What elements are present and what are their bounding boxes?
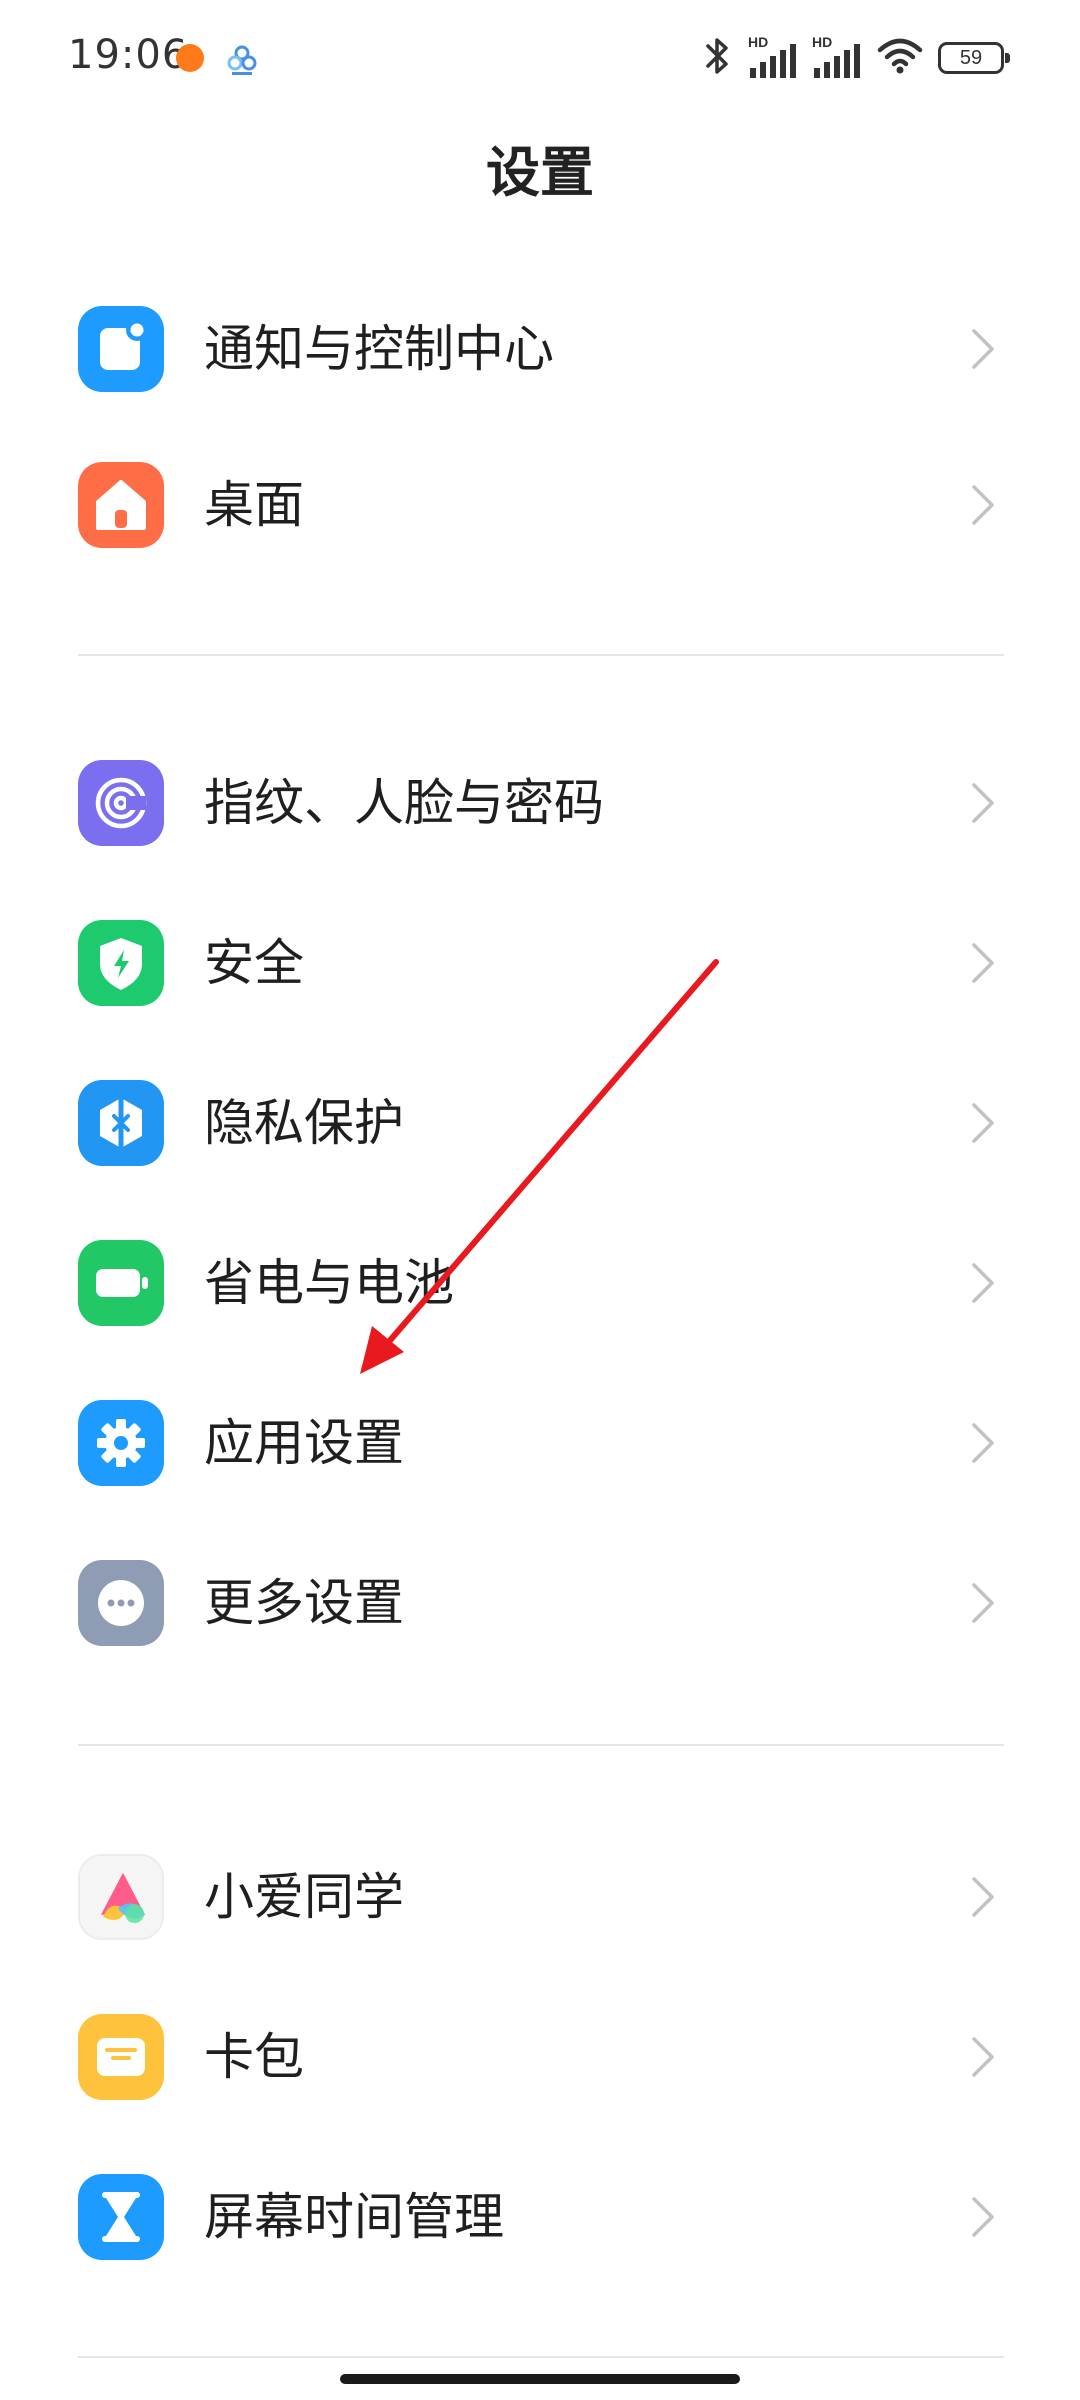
- home-icon: [78, 462, 164, 548]
- status-time: 19:06: [68, 32, 189, 78]
- bluetooth-icon: [700, 36, 734, 80]
- page-title: 设置: [486, 141, 594, 204]
- settings-item-wallet[interactable]: 卡包: [0, 1982, 1080, 2132]
- settings-item-label: 应用设置: [204, 1414, 404, 1472]
- settings-item-security[interactable]: 安全: [0, 888, 1080, 1038]
- chevron-right-icon: [968, 940, 998, 986]
- cellular-signal-icon-1: HD: [748, 34, 798, 78]
- section-divider: [78, 2356, 1004, 2358]
- chevron-right-icon: [968, 1260, 998, 1306]
- chevron-right-icon: [968, 1874, 998, 1920]
- gear-icon: [78, 1400, 164, 1486]
- cellular-signal-icon-2: HD: [812, 34, 862, 78]
- settings-item-desktop[interactable]: 桌面: [0, 430, 1080, 580]
- privacy-icon: [78, 1080, 164, 1166]
- home-indicator[interactable]: [340, 2374, 740, 2384]
- section-divider: [78, 1744, 1004, 1746]
- settings-item-label: 更多设置: [204, 1574, 404, 1632]
- settings-item-app-settings[interactable]: 应用设置: [0, 1368, 1080, 1518]
- chevron-right-icon: [968, 780, 998, 826]
- settings-item-screen-time[interactable]: 屏幕时间管理: [0, 2142, 1080, 2292]
- xiaoai-icon: [78, 1854, 164, 1940]
- notification-icon: [78, 306, 164, 392]
- cloud-app-icon: [226, 44, 258, 76]
- battery-icon: [78, 1240, 164, 1326]
- shield-icon: [78, 920, 164, 1006]
- settings-item-label: 省电与电池: [204, 1254, 454, 1312]
- settings-item-more[interactable]: 更多设置: [0, 1528, 1080, 1678]
- settings-item-label: 通知与控制中心: [204, 320, 554, 378]
- chevron-right-icon: [968, 2034, 998, 2080]
- hourglass-icon: [78, 2174, 164, 2260]
- settings-item-xiaoai[interactable]: 小爱同学: [0, 1822, 1080, 1972]
- settings-item-label: 屏幕时间管理: [204, 2188, 504, 2246]
- wifi-icon: [876, 36, 924, 80]
- chevron-right-icon: [968, 1580, 998, 1626]
- settings-item-label: 指纹、人脸与密码: [204, 774, 604, 832]
- chevron-right-icon: [968, 482, 998, 528]
- chevron-right-icon: [968, 1420, 998, 1466]
- settings-item-label: 安全: [204, 934, 304, 992]
- settings-item-label: 桌面: [204, 476, 304, 534]
- status-bar: 19:06 HD HD 59: [0, 0, 1080, 120]
- settings-item-notifications[interactable]: 通知与控制中心: [0, 274, 1080, 424]
- fingerprint-icon: [78, 760, 164, 846]
- section-divider: [78, 654, 1004, 656]
- settings-item-fingerprint[interactable]: 指纹、人脸与密码: [0, 728, 1080, 878]
- chevron-right-icon: [968, 326, 998, 372]
- settings-item-label: 卡包: [204, 2028, 304, 2086]
- more-icon: [78, 1560, 164, 1646]
- settings-item-battery[interactable]: 省电与电池: [0, 1208, 1080, 1358]
- wallet-icon: [78, 2014, 164, 2100]
- chevron-right-icon: [968, 2194, 998, 2240]
- notification-app-icon: [176, 44, 204, 72]
- settings-item-label: 隐私保护: [204, 1094, 404, 1152]
- settings-item-label: 小爱同学: [204, 1868, 404, 1926]
- battery-indicator: 59: [938, 42, 1010, 74]
- chevron-right-icon: [968, 1100, 998, 1146]
- settings-item-privacy[interactable]: 隐私保护: [0, 1048, 1080, 1198]
